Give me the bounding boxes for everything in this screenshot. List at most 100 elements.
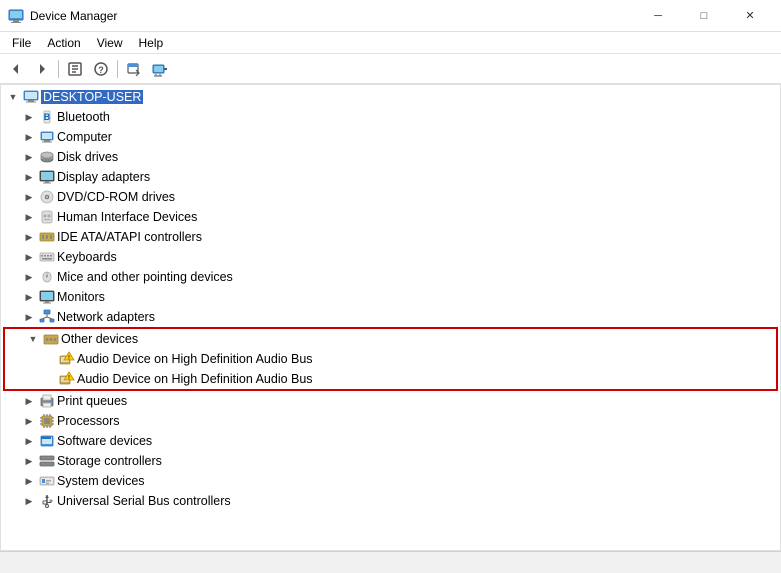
tree-item-audio2[interactable]: ! Audio Device on High Definition Audio … xyxy=(5,369,776,389)
tree-item-other[interactable]: ▼ Other devices xyxy=(5,329,776,349)
display-label: Display adapters xyxy=(57,170,150,184)
dvd-toggle[interactable]: ▶ xyxy=(21,189,37,205)
menu-action[interactable]: Action xyxy=(39,34,88,52)
display-icon xyxy=(39,169,55,185)
device-tree-container[interactable]: ▼ DESKTOP-USER ▶ B Bluetooth xyxy=(0,84,781,551)
tree-item-system[interactable]: ▶ System devices xyxy=(1,471,780,491)
disk-toggle[interactable]: ▶ xyxy=(21,149,37,165)
other-toggle[interactable]: ▼ xyxy=(25,331,41,347)
network-label: Network adapters xyxy=(57,310,155,324)
computer-device-icon xyxy=(39,129,55,145)
root-toggle[interactable]: ▼ xyxy=(5,89,21,105)
display-toggle[interactable]: ▶ xyxy=(21,169,37,185)
disk-label: Disk drives xyxy=(57,150,118,164)
app-icon xyxy=(8,8,24,24)
tree-item-display[interactable]: ▶ Display adapters xyxy=(1,167,780,187)
print-icon xyxy=(39,393,55,409)
menu-help[interactable]: Help xyxy=(131,34,172,52)
ide-label: IDE ATA/ATAPI controllers xyxy=(57,230,202,244)
tree-item-software[interactable]: ▶ Software devices xyxy=(1,431,780,451)
print-toggle[interactable]: ▶ xyxy=(21,393,37,409)
software-toggle[interactable]: ▶ xyxy=(21,433,37,449)
software-label: Software devices xyxy=(57,434,152,448)
usb-icon xyxy=(39,493,55,509)
tree-item-storage[interactable]: ▶ Storage controllers xyxy=(1,451,780,471)
processors-icon xyxy=(39,413,55,429)
menu-bar: File Action View Help xyxy=(0,32,781,54)
dvd-icon xyxy=(39,189,55,205)
help-button[interactable]: ? xyxy=(89,57,113,81)
window-controls: ─ □ ✕ xyxy=(635,0,773,32)
usb-toggle[interactable]: ▶ xyxy=(21,493,37,509)
storage-icon xyxy=(39,453,55,469)
svg-text:!: ! xyxy=(68,376,70,382)
system-icon xyxy=(39,473,55,489)
audio2-label: Audio Device on High Definition Audio Bu… xyxy=(77,372,313,386)
processors-toggle[interactable]: ▶ xyxy=(21,413,37,429)
audio2-toggle xyxy=(41,371,57,387)
usb-label: Universal Serial Bus controllers xyxy=(57,494,231,508)
tree-item-disk[interactable]: ▶ Disk drives xyxy=(1,147,780,167)
ide-icon xyxy=(39,229,55,245)
back-button[interactable] xyxy=(4,57,28,81)
processors-label: Processors xyxy=(57,414,120,428)
monitors-toggle[interactable]: ▶ xyxy=(21,289,37,305)
close-button[interactable]: ✕ xyxy=(727,0,773,32)
svg-text:B: B xyxy=(44,112,51,122)
update-button[interactable] xyxy=(122,57,146,81)
storage-toggle[interactable]: ▶ xyxy=(21,453,37,469)
keyboard-label: Keyboards xyxy=(57,250,117,264)
menu-file[interactable]: File xyxy=(4,34,39,52)
print-label: Print queues xyxy=(57,394,127,408)
svg-text:!: ! xyxy=(68,356,70,362)
other-icon xyxy=(43,331,59,347)
mouse-icon xyxy=(39,269,55,285)
tree-item-keyboard[interactable]: ▶ Keyboards xyxy=(1,247,780,267)
bluetooth-icon: B xyxy=(39,109,55,125)
toolbar: ? xyxy=(0,54,781,84)
keyboard-icon xyxy=(39,249,55,265)
system-label: System devices xyxy=(57,474,145,488)
tree-item-usb[interactable]: ▶ Universal Serial Bus controllers xyxy=(1,491,780,511)
tree-item-dvd[interactable]: ▶ DVD/CD-ROM drives xyxy=(1,187,780,207)
mouse-toggle[interactable]: ▶ xyxy=(21,269,37,285)
system-toggle[interactable]: ▶ xyxy=(21,473,37,489)
status-bar xyxy=(0,551,781,573)
tree-item-processors[interactable]: ▶ Proces xyxy=(1,411,780,431)
maximize-button[interactable]: □ xyxy=(681,0,727,32)
mouse-label: Mice and other pointing devices xyxy=(57,270,233,284)
minimize-button[interactable]: ─ xyxy=(635,0,681,32)
tree-item-ide[interactable]: ▶ IDE ATA/ATAPI controllers xyxy=(1,227,780,247)
software-icon xyxy=(39,433,55,449)
tree-item-monitors[interactable]: ▶ Monitors xyxy=(1,287,780,307)
tree-item-print[interactable]: ▶ Print queues xyxy=(1,391,780,411)
monitors-label: Monitors xyxy=(57,290,105,304)
audio1-toggle xyxy=(41,351,57,367)
tree-item-network[interactable]: ▶ Network adapters xyxy=(1,307,780,327)
forward-button[interactable] xyxy=(30,57,54,81)
root-label: DESKTOP-USER xyxy=(41,90,143,104)
device-tree: ▼ DESKTOP-USER ▶ B Bluetooth xyxy=(1,85,780,513)
tree-item-computer[interactable]: ▶ Computer xyxy=(1,127,780,147)
ide-toggle[interactable]: ▶ xyxy=(21,229,37,245)
properties-button[interactable] xyxy=(63,57,87,81)
tree-item-hid[interactable]: ▶ Human Interface Devices xyxy=(1,207,780,227)
tree-item-bluetooth[interactable]: ▶ B Bluetooth xyxy=(1,107,780,127)
computer-toggle[interactable]: ▶ xyxy=(21,129,37,145)
hid-label: Human Interface Devices xyxy=(57,210,197,224)
tree-item-mouse[interactable]: ▶ Mice and other pointing devices xyxy=(1,267,780,287)
bluetooth-toggle[interactable]: ▶ xyxy=(21,109,37,125)
bluetooth-label: Bluetooth xyxy=(57,110,110,124)
scan-button[interactable] xyxy=(148,57,172,81)
svg-text:?: ? xyxy=(98,65,104,75)
hid-toggle[interactable]: ▶ xyxy=(21,209,37,225)
tree-root[interactable]: ▼ DESKTOP-USER xyxy=(1,87,780,107)
audio1-label: Audio Device on High Definition Audio Bu… xyxy=(77,352,313,366)
keyboard-toggle[interactable]: ▶ xyxy=(21,249,37,265)
audio2-icon: ! xyxy=(59,371,75,387)
tree-item-audio1[interactable]: ! Audio Device on High Definition Audio … xyxy=(5,349,776,369)
hid-icon xyxy=(39,209,55,225)
menu-view[interactable]: View xyxy=(89,34,131,52)
toolbar-separator-1 xyxy=(58,60,59,78)
network-toggle[interactable]: ▶ xyxy=(21,309,37,325)
